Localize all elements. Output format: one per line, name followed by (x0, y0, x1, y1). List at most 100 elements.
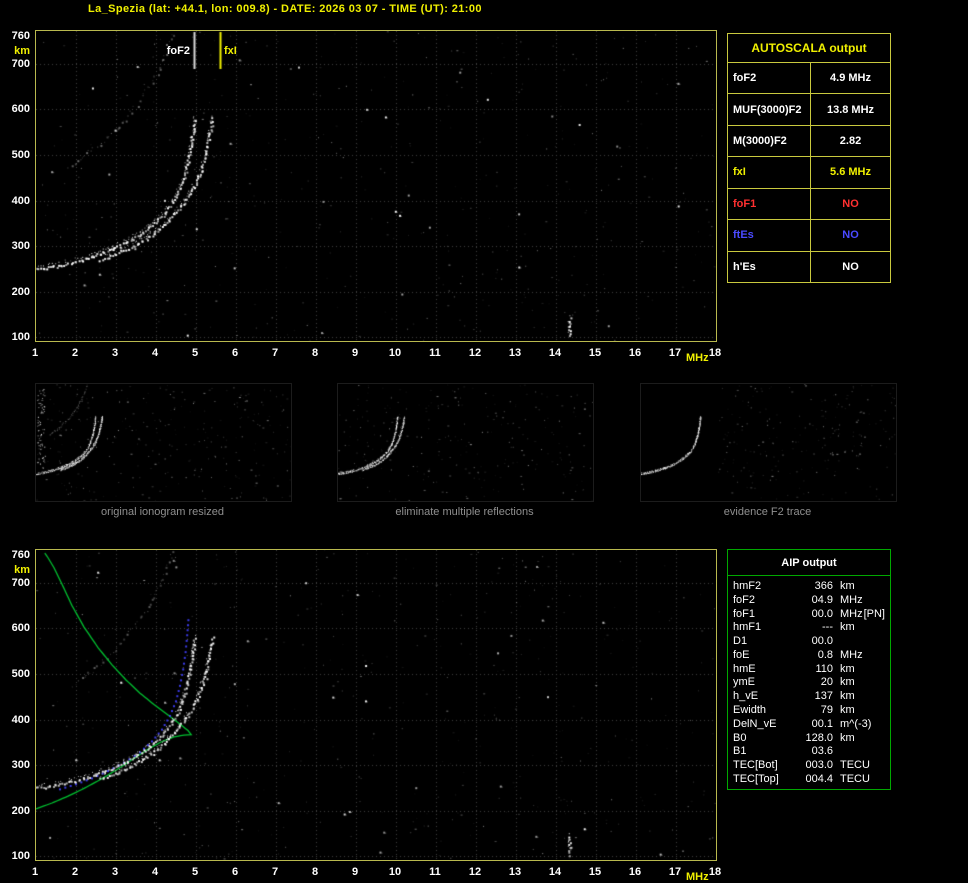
x-tick-label: 17 (668, 347, 682, 359)
aip-parameter-value: 20 (820, 676, 833, 689)
ionogram-plot-bottom (35, 549, 717, 861)
parameter-value: NO (842, 229, 859, 242)
x-tick-label: 13 (508, 347, 522, 359)
fxi-marker-label: fxI (224, 45, 237, 57)
aip-parameter-value: 03.6 (811, 745, 833, 758)
aip-parameter-label: ymE (733, 676, 755, 689)
aip-parameter-label: hmF2 (733, 580, 762, 592)
ionogram-canvas-bottom (36, 550, 716, 860)
aip-parameter-value: 00.0 (811, 607, 833, 620)
y-axis-unit-label: km (14, 564, 30, 577)
x-axis-unit-label: MHz (686, 871, 709, 883)
aip-table-title: AIP output (728, 550, 890, 576)
x-tick-label: 16 (628, 866, 642, 878)
aip-row-yme: ymE 20 km (733, 676, 885, 688)
aip-output-table: AIP output hmF2 366 km foF2 04.9 MHz foF1 00.0 M… (727, 549, 891, 790)
autoscala-row-ftes: ftEs NO (728, 219, 890, 251)
fof2-marker-label: foF2 (166, 45, 190, 57)
aip-parameter-unit: km (840, 580, 855, 592)
x-tick-label: 1 (31, 866, 39, 878)
x-tick-label: 3 (111, 347, 119, 359)
parameter-value: 4.9 MHz (830, 72, 871, 85)
x-tick-label: 7 (271, 347, 279, 359)
thumbnail-original-ionogram (35, 383, 292, 502)
x-tick-label: 8 (311, 347, 319, 359)
ionogram-canvas-top (36, 31, 716, 341)
y-tick-label: 200 (11, 285, 30, 298)
aip-row-hmf2: hmF2 366 km (733, 580, 885, 592)
aip-parameter-label: B1 (733, 745, 747, 758)
thumbnail-caption-evidence: evidence F2 trace (723, 506, 812, 518)
y-tick-label: 600 (11, 622, 30, 635)
aip-row-fof1: foF1 00.0 MHz [PN] (733, 608, 885, 620)
aip-parameter-unit: km (840, 662, 855, 675)
aip-parameter-unit: km (840, 621, 855, 634)
aip-row-d1: D1 00.0 (733, 635, 885, 647)
x-tick-label: 15 (588, 866, 602, 878)
y-axis-unit-label: km (14, 45, 30, 58)
thumbnail-evidence-f2 (640, 383, 897, 502)
parameter-label: ftEs (728, 220, 811, 251)
aip-parameter-value: --- (822, 621, 833, 634)
aip-parameter-value: 110 (815, 662, 833, 675)
aip-parameter-unit: TECU (840, 759, 870, 772)
autoscala-table-title: AUTOSCALA output (728, 34, 890, 63)
aip-parameter-value: 128.0 (805, 731, 833, 744)
y-tick-label: 200 (11, 804, 30, 817)
autoscala-row-fof2: foF2 4.9 MHz (728, 63, 890, 94)
x-tick-label: 4 (151, 866, 159, 878)
parameter-label: foF1 (728, 188, 811, 220)
aip-parameter-unit: km (840, 704, 855, 717)
aip-row-b0: B0 128.0 km (733, 732, 885, 744)
aip-row-b1: B1 03.6 (733, 745, 885, 757)
y-tick-label: 500 (11, 149, 30, 161)
aip-parameter-value: 137 (814, 690, 833, 703)
x-tick-label: 6 (231, 866, 239, 878)
y-tick-label: 400 (11, 713, 30, 726)
y-tick-label: 400 (11, 194, 30, 207)
x-tick-label: 2 (71, 347, 79, 359)
x-tick-label: 9 (351, 866, 359, 878)
aip-parameter-label: TEC[Top] (733, 772, 779, 785)
aip-parameter-unit: MHz (840, 607, 863, 620)
thumbnail-caption-eliminate: eliminate multiple reflections (395, 506, 534, 518)
aip-row-deln-ve: DelN_vE 00.1 m^(-3) (733, 718, 885, 730)
aip-row-tec-bot-: TEC[Bot] 003.0 TECU (733, 759, 885, 771)
x-tick-label: 9 (351, 347, 359, 359)
autoscala-table-rows: foF2 4.9 MHz MUF(3000)F2 13.8 MHz M(3000)F2 2… (728, 63, 890, 282)
aip-parameter-value: 79 (820, 704, 833, 717)
parameter-value: NO (842, 197, 859, 210)
x-tick-label: 13 (508, 866, 522, 878)
x-tick-label: 14 (548, 347, 562, 359)
y-tick-label: 300 (11, 240, 30, 253)
aip-parameter-label: Ewidth (733, 704, 767, 717)
x-tick-label: 5 (191, 866, 199, 878)
aip-parameter-label: D1 (733, 635, 748, 648)
aip-parameter-unit: TECU (840, 772, 870, 785)
x-tick-label: 7 (271, 866, 279, 878)
aip-parameter-label: DelN_vE (733, 717, 777, 730)
aip-row-hme: hmE 110 km (733, 663, 885, 675)
y-tick-label: 760 (11, 30, 30, 43)
aip-parameter-label: TEC[Bot] (733, 759, 778, 772)
x-tick-label: 11 (429, 347, 441, 359)
aip-parameter-unit: MHz (840, 648, 863, 661)
thumbnail-caption-original: original ionogram resized (101, 506, 224, 518)
aip-row-hmf1: hmF1 --- km (733, 621, 885, 633)
x-tick-label: 5 (191, 347, 199, 359)
y-tick-label: 100 (11, 331, 30, 344)
aip-row-foe: foE 0.8 MHz (733, 649, 885, 661)
x-axis-unit-label: MHz (686, 352, 709, 364)
page-title: La_Spezia (lat: +44.1, lon: 009.8) - DAT… (88, 3, 482, 15)
x-tick-label: 17 (668, 866, 682, 878)
parameter-value: 13.8 MHz (826, 103, 875, 116)
aip-parameter-unit: km (840, 731, 855, 744)
parameter-value: 5.6 MHz (830, 166, 871, 179)
x-tick-label: 14 (548, 866, 562, 878)
aip-parameter-label: foF2 (733, 593, 756, 606)
autoscala-row-h-es: h'Es NO (728, 250, 890, 282)
aip-parameter-value: 04.9 (811, 593, 833, 606)
aip-parameter-label: h_vE (733, 690, 759, 703)
autoscala-row-fxi: fxI 5.6 MHz (728, 156, 890, 188)
thumbnail-eliminate-reflections (337, 383, 594, 502)
